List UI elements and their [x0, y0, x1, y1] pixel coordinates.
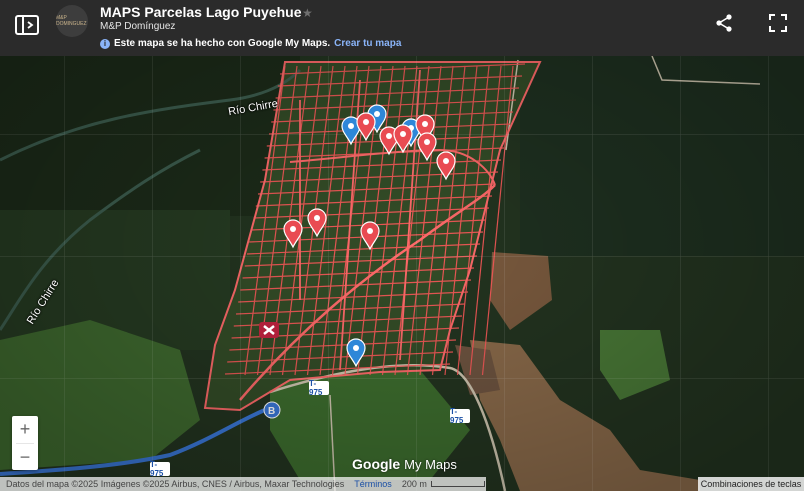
map-logo: M&P DOMINGUEZ	[56, 5, 88, 37]
info-line: i Este mapa se ha hecho con Google My Ma…	[100, 38, 401, 49]
zoom-out-button[interactable]: −	[12, 444, 38, 471]
map-header: M&P DOMINGUEZ MAPS Parcelas Lago Puyehue…	[0, 0, 804, 56]
zoom-in-button[interactable]: +	[12, 416, 38, 443]
logo-text: M&P DOMINGUEZ	[56, 15, 87, 27]
mymaps-word: My Maps	[404, 457, 457, 472]
road-label-t975-1: T-975	[309, 379, 329, 397]
map-footer: Datos del mapa ©2025 Imágenes ©2025 Airb…	[0, 477, 486, 491]
satellite-map[interactable]: B	[0, 0, 804, 491]
info-icon: i	[100, 38, 110, 49]
keyboard-shortcuts-button[interactable]: Combinaciones de teclas	[698, 477, 804, 491]
create-map-link[interactable]: Crear tu mapa	[334, 38, 401, 49]
road-label-t975-2: T-975	[450, 407, 470, 425]
google-mymaps-logo: Google My Maps	[352, 456, 457, 472]
scale-bar	[430, 481, 485, 487]
zoom-controls: + −	[12, 416, 38, 470]
map-title: MAPS Parcelas Lago Puyehue	[100, 4, 302, 20]
road-label-t975-3: T-975	[150, 460, 170, 478]
x-marker-icon[interactable]	[259, 322, 279, 338]
info-text: Este mapa se ha hecho con Google My Maps…	[114, 38, 331, 49]
terms-link[interactable]: Términos	[354, 479, 392, 489]
share-icon[interactable]	[714, 13, 734, 33]
attribution-text: Datos del mapa ©2025 Imágenes ©2025 Airb…	[6, 479, 345, 489]
map-author: M&P Domínguez	[100, 21, 176, 32]
google-word: Google	[352, 456, 401, 472]
scale-label: 200 m	[401, 479, 427, 489]
panel-toggle-icon[interactable]	[14, 14, 40, 36]
fullscreen-icon[interactable]	[768, 13, 788, 33]
star-icon[interactable]: ★	[302, 6, 313, 20]
